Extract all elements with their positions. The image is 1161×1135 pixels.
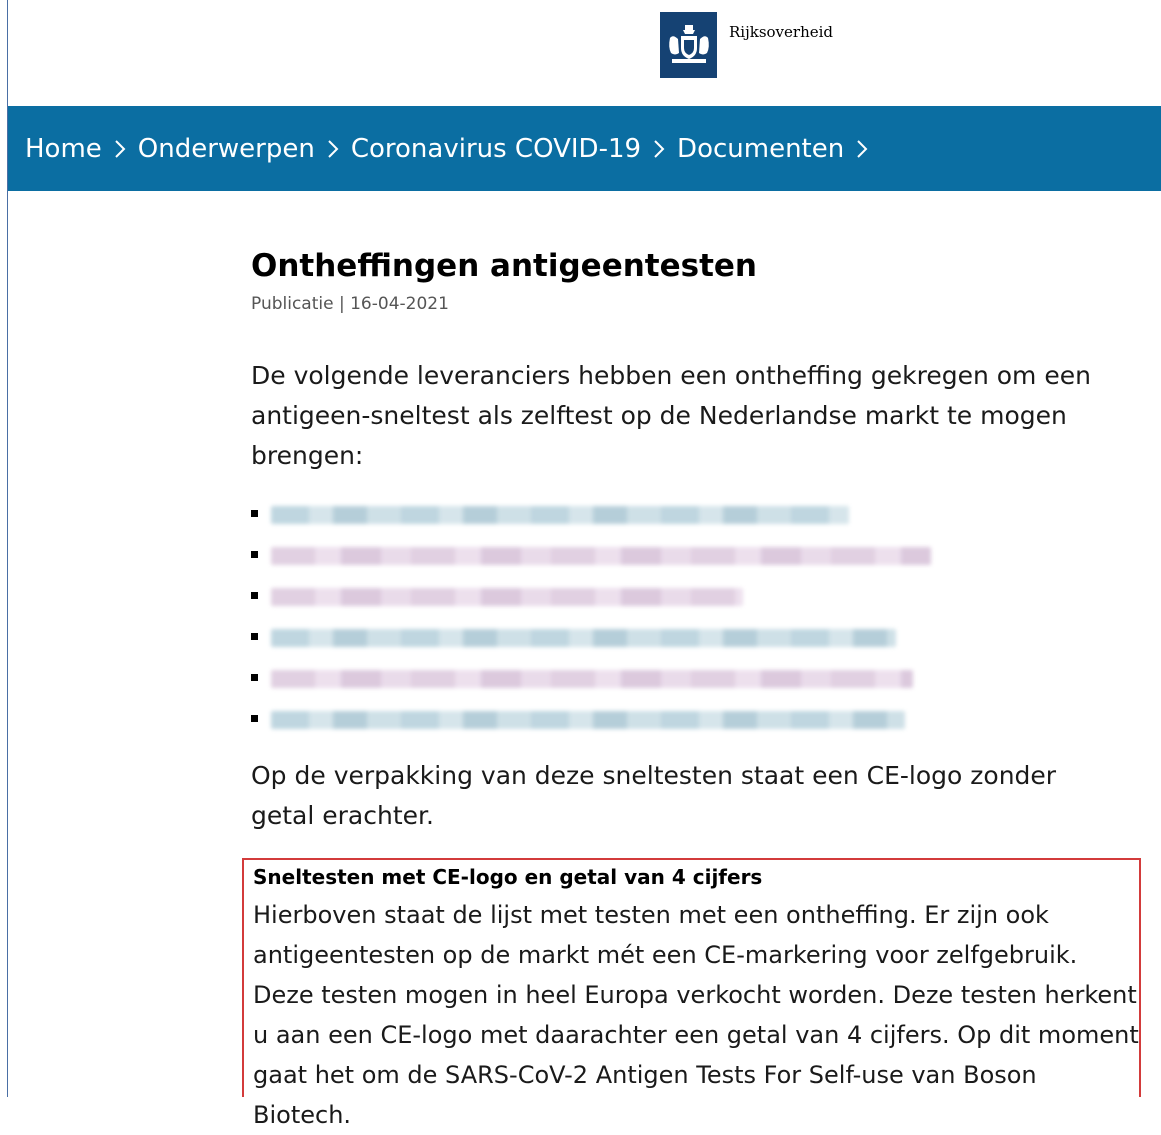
bullet-icon [251, 592, 258, 599]
highlighted-callout: Sneltesten met CE-logo en getal van 4 ci… [242, 858, 1141, 1129]
publication-meta: Publicatie | 16-04-2021 [251, 294, 449, 314]
bullet-icon [251, 633, 258, 640]
callout-body: Hierboven staat de lijst met testen met … [253, 901, 1139, 1129]
outro-paragraph: Op de verpakking van deze sneltesten sta… [251, 761, 1057, 830]
brand-name: Rijksoverheid [729, 23, 834, 41]
redacted-link[interactable] [271, 506, 849, 524]
breadcrumb: Home Onderwerpen Coronavirus COVID-19 Do… [8, 106, 1161, 191]
chevron-right-icon [327, 139, 339, 159]
breadcrumb-coronavirus[interactable]: Coronavirus COVID-19 [351, 134, 641, 164]
chevron-right-icon [114, 139, 126, 159]
breadcrumb-documenten[interactable]: Documenten [677, 134, 844, 164]
chevron-right-icon [856, 139, 868, 159]
rijksoverheid-logo[interactable] [660, 12, 717, 78]
bullet-icon [251, 674, 258, 681]
bullet-icon [251, 551, 258, 558]
callout-heading: Sneltesten met CE-logo en getal van 4 ci… [253, 865, 763, 889]
redacted-link[interactable] [271, 547, 931, 565]
page-title: Ontheffingen antigeentesten [251, 248, 758, 284]
coat-of-arms-icon [668, 25, 709, 63]
bullet-icon [251, 715, 258, 722]
intro-paragraph: De volgende leveranciers hebben een onth… [251, 361, 1091, 470]
redacted-link[interactable] [271, 629, 896, 647]
redacted-link[interactable] [271, 588, 743, 606]
redacted-link[interactable] [271, 670, 913, 688]
breadcrumb-home[interactable]: Home [25, 134, 102, 164]
breadcrumb-onderwerpen[interactable]: Onderwerpen [138, 134, 315, 164]
chevron-right-icon [653, 139, 665, 159]
redacted-link[interactable] [271, 711, 905, 729]
bullet-icon [251, 510, 258, 517]
